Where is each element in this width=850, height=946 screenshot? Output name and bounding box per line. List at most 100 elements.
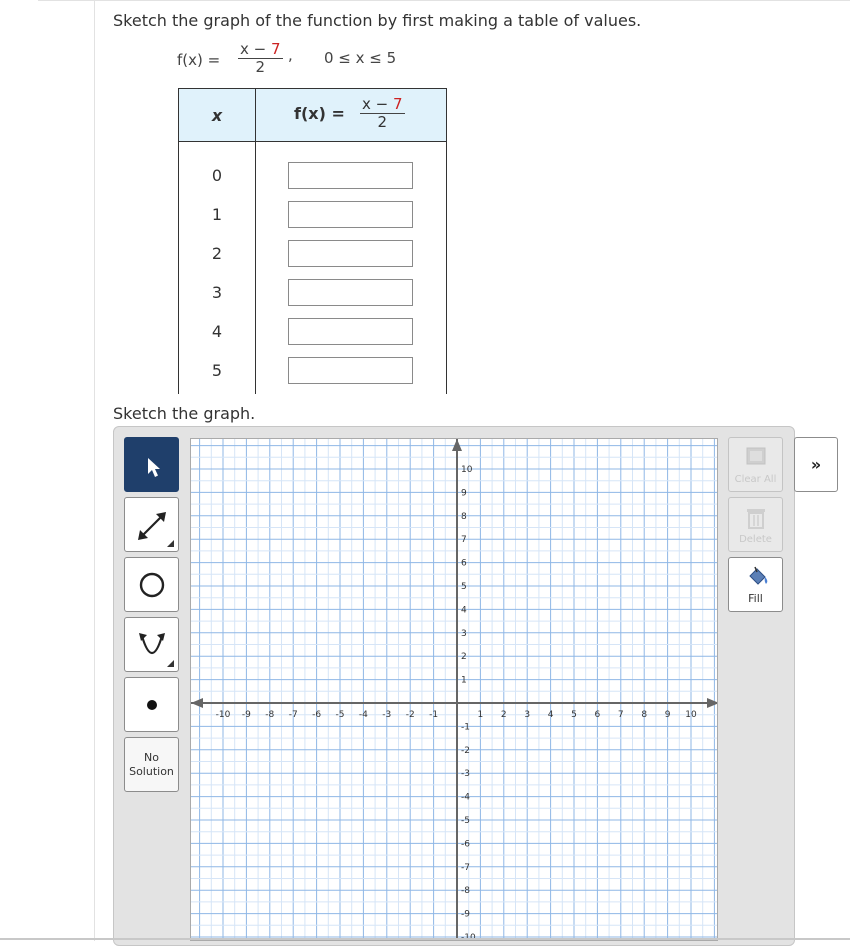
y-tick-label: -5 bbox=[461, 816, 470, 826]
double-chevron-right-icon: » bbox=[810, 455, 822, 474]
x-tick-label: 8 bbox=[641, 710, 647, 720]
fx-answer-input[interactable] bbox=[288, 278, 413, 306]
coordinate-plane[interactable]: -10 -9 -8 -7 -6 -5 -4 -3 -2 -1 1 2 3 4 5 6 7 8 9 10 10 9 8 7 6 5 4… bbox=[191, 439, 718, 941]
parabola-tool-button[interactable] bbox=[124, 617, 179, 672]
x-value: 2 bbox=[178, 233, 256, 273]
y-tick-label: 5 bbox=[461, 582, 467, 592]
y-tick-label: -1 bbox=[461, 722, 470, 732]
x-tick-label: -8 bbox=[265, 710, 274, 720]
circle-tool-icon bbox=[139, 572, 165, 598]
fill-label: Fill bbox=[748, 592, 763, 605]
point-tool-icon bbox=[147, 700, 157, 710]
function-fraction: x − 7 2 bbox=[238, 41, 283, 76]
dropdown-corner-icon bbox=[167, 660, 174, 667]
x-tick-label: -1 bbox=[429, 710, 438, 720]
y-tick-label: -7 bbox=[461, 863, 470, 873]
trash-icon bbox=[747, 509, 765, 529]
circle-tool-button[interactable] bbox=[124, 557, 179, 612]
no-solution-button[interactable]: No Solution bbox=[124, 737, 179, 792]
x-value: 0 bbox=[178, 141, 256, 195]
fill-button[interactable]: Fill bbox=[728, 557, 783, 612]
header-function-name: f(x) = bbox=[294, 104, 345, 123]
coordinate-grid[interactable]: -10 -9 -8 -7 -6 -5 -4 -3 -2 -1 1 2 3 4 5 6 7 8 9 10 10 9 8 7 6 5 4… bbox=[190, 438, 718, 941]
table-row: 3 bbox=[178, 272, 447, 312]
table-row: 0 bbox=[178, 141, 447, 195]
x-value: 5 bbox=[178, 350, 256, 394]
clear-all-icon bbox=[746, 447, 766, 465]
x-tick-label: -6 bbox=[312, 710, 321, 720]
clear-all-label: Clear All bbox=[734, 474, 777, 485]
table-row: 2 bbox=[178, 233, 447, 273]
x-tick-label: 10 bbox=[685, 710, 697, 720]
fx-answer-input[interactable] bbox=[288, 161, 413, 189]
y-tick-label: 10 bbox=[461, 465, 473, 475]
fraction-numerator: x − 7 bbox=[238, 40, 283, 59]
x-axis-right-arrow-icon bbox=[707, 698, 717, 708]
values-table: x f(x) = x − 7 2 0 1 2 3 4 5 bbox=[178, 88, 447, 394]
x-tick-label: 6 bbox=[595, 710, 601, 720]
fx-answer-input[interactable] bbox=[288, 317, 413, 345]
paint-bucket-icon bbox=[749, 566, 768, 585]
table-header-fx: f(x) = x − 7 2 bbox=[255, 88, 447, 142]
sketch-graph-label: Sketch the graph. bbox=[113, 404, 256, 423]
x-tick-label: -5 bbox=[336, 710, 345, 720]
y-tick-label: -6 bbox=[461, 839, 470, 849]
header-fraction: x − 7 2 bbox=[360, 95, 405, 131]
delete-button[interactable]: Delete bbox=[728, 497, 783, 552]
fx-answer-input[interactable] bbox=[288, 356, 413, 384]
expand-panel-button[interactable]: » bbox=[794, 437, 838, 492]
x-tick-label: -10 bbox=[216, 710, 231, 720]
x-tick-label: -7 bbox=[289, 710, 298, 720]
function-comma: , bbox=[288, 46, 293, 64]
problem-instruction: Sketch the graph of the function by firs… bbox=[113, 11, 642, 30]
left-divider bbox=[94, 0, 95, 941]
select-arrow-icon bbox=[148, 458, 160, 477]
fraction-denominator: 2 bbox=[255, 58, 266, 76]
fx-answer-input[interactable] bbox=[288, 239, 413, 267]
y-axis-up-arrow-icon bbox=[452, 439, 462, 451]
x-tick-label: -4 bbox=[359, 710, 368, 720]
y-tick-label: 2 bbox=[461, 652, 467, 662]
y-tick-label: -2 bbox=[461, 746, 470, 756]
table-row: 5 bbox=[178, 350, 447, 394]
function-domain: 0 ≤ x ≤ 5 bbox=[324, 49, 397, 67]
y-tick-label: -4 bbox=[461, 793, 470, 803]
x-tick-label: 9 bbox=[665, 710, 671, 720]
x-value: 4 bbox=[178, 311, 256, 351]
y-tick-label: -9 bbox=[461, 910, 470, 920]
dropdown-corner-icon bbox=[167, 540, 174, 547]
table-header-x: x bbox=[178, 88, 256, 142]
x-tick-label: 3 bbox=[524, 710, 530, 720]
x-value: 3 bbox=[178, 272, 256, 312]
fx-answer-input[interactable] bbox=[288, 200, 413, 228]
y-tick-label: 1 bbox=[461, 676, 467, 686]
y-tick-label: 8 bbox=[461, 512, 467, 522]
x-tick-label: 5 bbox=[571, 710, 577, 720]
x-tick-label: 4 bbox=[548, 710, 554, 720]
x-tick-label: 7 bbox=[618, 710, 624, 720]
y-tick-label: -3 bbox=[461, 769, 470, 779]
x-tick-label: 1 bbox=[478, 710, 484, 720]
x-value: 1 bbox=[178, 194, 256, 234]
point-tool-button[interactable] bbox=[124, 677, 179, 732]
x-tick-label: -9 bbox=[242, 710, 251, 720]
table-row: 1 bbox=[178, 194, 447, 234]
x-tick-label: -2 bbox=[406, 710, 415, 720]
y-tick-label: 6 bbox=[461, 559, 467, 569]
clear-all-button[interactable]: Clear All bbox=[728, 437, 783, 492]
table-row: 4 bbox=[178, 311, 447, 351]
bottom-divider bbox=[0, 938, 850, 940]
top-divider bbox=[38, 0, 850, 1]
y-tick-label: 7 bbox=[461, 535, 467, 545]
x-axis-left-arrow-icon bbox=[191, 698, 203, 708]
delete-label: Delete bbox=[739, 534, 772, 545]
x-tick-label: -3 bbox=[382, 710, 391, 720]
function-name: f(x) = bbox=[177, 51, 221, 69]
x-tick-label: 2 bbox=[501, 710, 507, 720]
y-tick-label: 4 bbox=[461, 605, 467, 615]
y-tick-label: 9 bbox=[461, 488, 467, 498]
y-tick-label: 3 bbox=[461, 629, 467, 639]
y-tick-label: -8 bbox=[461, 886, 470, 896]
line-tool-button[interactable] bbox=[124, 497, 179, 552]
select-tool-button[interactable] bbox=[124, 437, 179, 492]
